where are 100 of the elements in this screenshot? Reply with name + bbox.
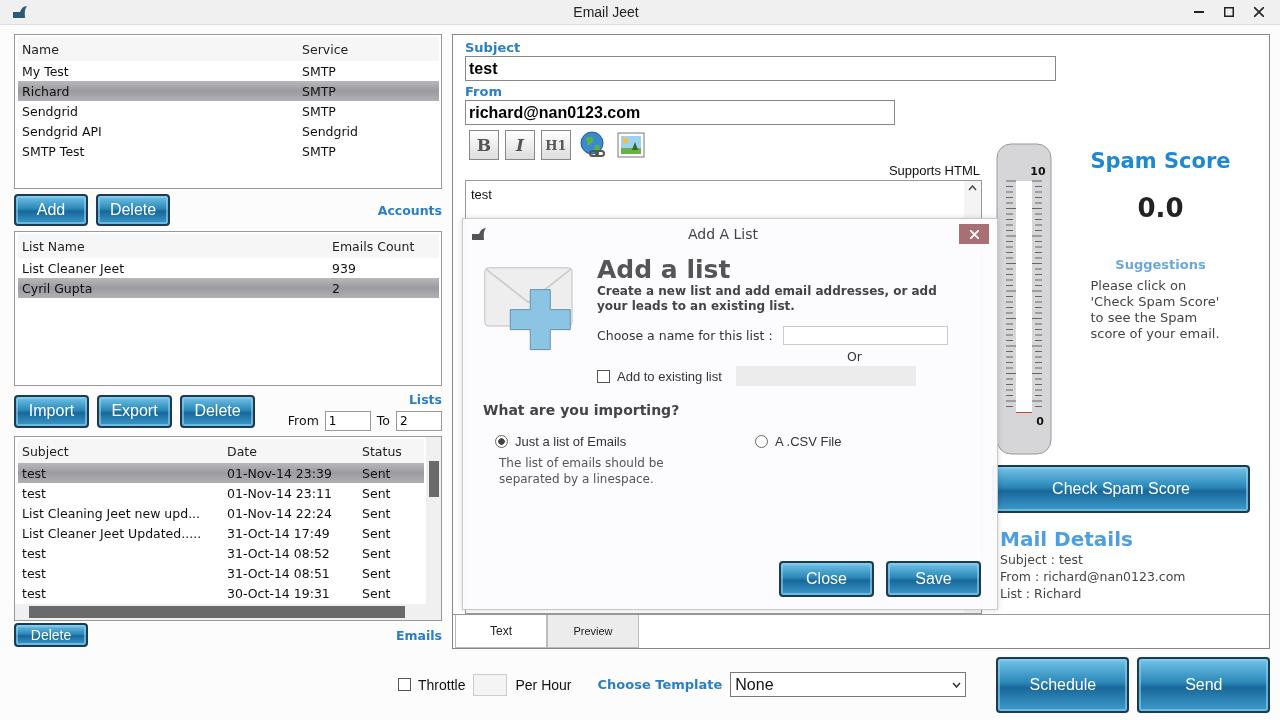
email-delete-button[interactable]: Delete	[14, 623, 88, 648]
table-cell-text: test	[21, 545, 47, 561]
table-row[interactable]: List Cleaner Jeet 939	[18, 258, 439, 279]
table-cell-text: Richard	[21, 83, 71, 99]
image-icon	[617, 132, 645, 158]
dialog-heading: Add a list	[597, 255, 732, 284]
table-cell-text: Sent	[361, 565, 392, 581]
account-button[interactable]: Delete	[96, 194, 170, 227]
template-select[interactable]: None	[730, 672, 967, 697]
list-button[interactable]: Import	[14, 394, 89, 428]
section-label: Emails	[396, 627, 442, 643]
column-header[interactable]: Date	[223, 443, 358, 459]
column-header[interactable]: List Name	[18, 238, 328, 254]
subject-field[interactable]: test	[465, 56, 1056, 81]
table-row[interactable]: List Cleaning Jeet new upd... 01-Nov-14 22:24 Sent	[18, 503, 424, 524]
section-label: Lists	[408, 391, 442, 407]
horizontal-scrollbar[interactable]	[15, 604, 441, 621]
table-cell-text: 01-Nov-14 23:39	[226, 465, 333, 481]
field-label: Subject	[465, 39, 522, 56]
app-icon	[471, 227, 487, 241]
account-button[interactable]: Add	[14, 194, 88, 227]
column-header[interactable]: Name	[18, 41, 298, 57]
dropdown-icon	[952, 681, 962, 688]
column-header[interactable]: Service	[298, 41, 439, 57]
bold-button[interactable]: B	[469, 130, 499, 160]
table-cell-text: SMTP	[301, 83, 337, 99]
send-action-button[interactable]: Send	[1137, 656, 1271, 713]
globe-link-icon	[578, 130, 608, 160]
table-cell-text: Sendgrid	[301, 123, 359, 139]
from-field[interactable]: 1	[324, 410, 371, 431]
mail-details-title: Mail Details	[1000, 527, 1134, 551]
table-row[interactable]: test 01-Nov-14 23:11 Sent	[18, 483, 424, 504]
to-label: To	[376, 413, 390, 429]
throttle-checkbox[interactable]: Throttle	[398, 676, 466, 693]
to-field[interactable]: 2	[396, 410, 442, 431]
heading-button[interactable]: H1	[541, 130, 571, 160]
import-hint: The list of emails should be separated by a linespace.	[498, 455, 665, 487]
table-row[interactable]: test 30-Oct-14 19:31 Sent	[18, 583, 424, 604]
import-option[interactable]: A .CSV File	[755, 434, 945, 449]
list-name-field[interactable]	[782, 326, 948, 345]
image-button[interactable]	[615, 129, 647, 161]
mail-detail: List : Richard	[1000, 585, 1083, 602]
mail-detail: Subject : test	[1000, 551, 1084, 568]
or-label: Or	[847, 349, 863, 364]
section-label: Accounts	[377, 202, 442, 218]
existing-list-checkbox[interactable]: Add to existing list	[597, 368, 722, 384]
column-header[interactable]: Status	[358, 443, 424, 459]
mail-detail: From : richard@nan0123.com	[1000, 568, 1187, 585]
column-header[interactable]: Emails Count	[328, 238, 439, 254]
table-cell-text: 31-Oct-14 08:51	[226, 565, 331, 581]
close-icon	[969, 229, 979, 239]
table-cell-text: Sent	[361, 485, 392, 501]
table-row[interactable]: Richard SMTP	[18, 81, 439, 101]
table-cell-text: Sent	[361, 505, 392, 521]
table-row[interactable]: Sendgrid SMTP	[18, 101, 439, 121]
italic-button[interactable]: I	[505, 130, 535, 160]
list-button[interactable]: Export	[97, 394, 172, 428]
table-cell-text: test	[21, 585, 47, 601]
table-cell-text: My Test	[21, 63, 70, 79]
dialog-button[interactable]: Close	[779, 561, 874, 597]
template-label: Choose Template	[597, 676, 723, 693]
body-text: test	[471, 187, 492, 202]
throttle-field[interactable]	[473, 673, 508, 696]
table-cell-text: test	[21, 465, 47, 481]
table-row[interactable]: Sendgrid API Sendgrid	[18, 121, 439, 141]
table-cell-text: Sendgrid API	[21, 123, 103, 139]
table-cell-text: SMTP	[301, 103, 337, 119]
scroll-up-icon	[968, 185, 977, 191]
tick-label: 10	[1030, 165, 1046, 178]
table-row[interactable]: Cyril Gupta 2	[18, 278, 439, 299]
dialog-description: Create a new list and add email addresses, or add your leads to an existing list.	[597, 284, 938, 314]
spam-score-value: 0.0	[1137, 193, 1184, 223]
maximize-icon	[1224, 7, 1234, 17]
table-row[interactable]: test 31-Oct-14 08:52 Sent	[18, 543, 424, 564]
column-header[interactable]: Subject	[18, 443, 223, 459]
table-cell-text: Cyril Gupta	[21, 280, 94, 296]
tick-label: 0	[1036, 415, 1044, 428]
table-cell-text: test	[21, 565, 47, 581]
table-cell-text: test	[21, 485, 47, 501]
minimize-icon	[1194, 11, 1204, 13]
list-button[interactable]: Delete	[180, 394, 255, 428]
suggestions-title: Suggestions	[1115, 257, 1206, 272]
import-option[interactable]: Just a list of Emails	[495, 434, 685, 449]
send-action-button[interactable]: Schedule	[996, 656, 1130, 713]
table-cell-text: Sent	[361, 465, 392, 481]
dialog-button[interactable]: Save	[886, 561, 981, 597]
table-cell-text: SMTP	[301, 63, 337, 79]
table-row[interactable]: SMTP Test SMTP	[18, 141, 439, 161]
per-hour-label: Per Hour	[515, 676, 572, 693]
table-row[interactable]: My Test SMTP	[18, 61, 439, 81]
table-row[interactable]: List Cleaner Jeet Updated..... 31-Oct-14 17:49 Sent	[18, 523, 424, 544]
from-field[interactable]: richard@nan0123.com	[465, 100, 895, 125]
table-cell-text: List Cleaning Jeet new upd...	[21, 505, 202, 521]
vertical-scrollbar[interactable]	[426, 437, 441, 605]
table-row[interactable]: test 31-Oct-14 08:51 Sent	[18, 563, 424, 584]
spam-score-title: Spam Score	[1090, 149, 1231, 173]
table-row[interactable]: test 01-Nov-14 23:39 Sent	[18, 463, 424, 484]
editor-tab[interactable]: Preview	[547, 615, 639, 648]
import-question: What are you importing?	[483, 402, 681, 418]
editor-tab[interactable]: Text	[455, 615, 547, 648]
